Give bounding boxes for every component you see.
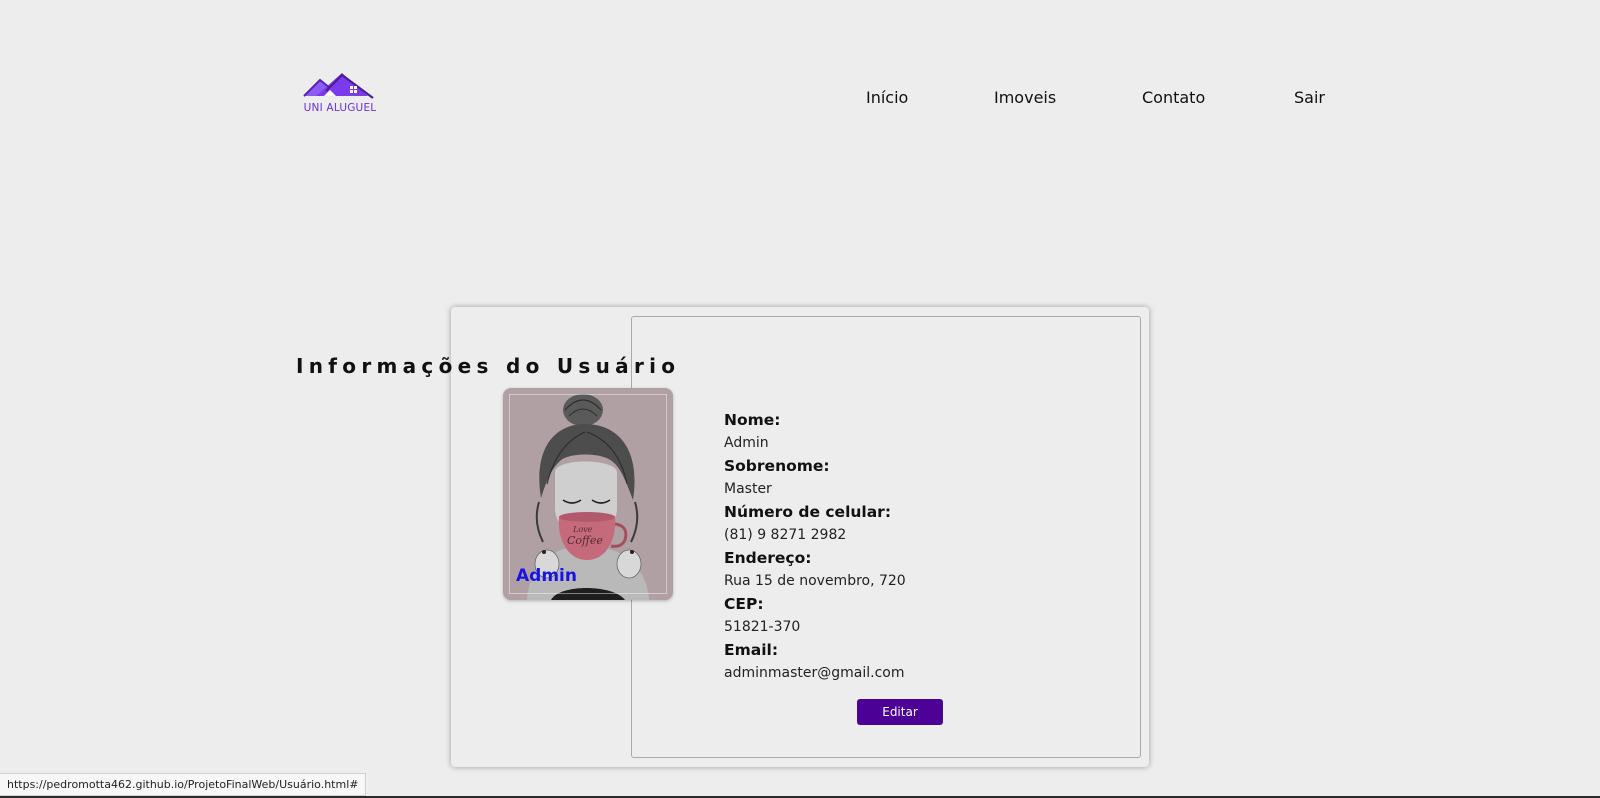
avatar: Love Coffee Admin [503, 388, 673, 600]
value-email: adminmaster@gmail.com [724, 665, 905, 681]
main-nav: Início Imoveis Contato Sair [0, 88, 1600, 110]
value-cep: 51821-370 [724, 619, 801, 635]
value-celular: (81) 9 8271 2982 [724, 527, 847, 543]
value-nome: Admin [724, 435, 769, 451]
label-nome: Nome: [724, 411, 781, 429]
status-bar-url: https://pedromotta462.github.io/ProjetoF… [0, 773, 367, 796]
avatar-frame [509, 394, 667, 594]
label-endereco: Endereço: [724, 549, 812, 567]
label-email: Email: [724, 641, 779, 659]
value-endereco: Rua 15 de novembro, 720 [724, 573, 906, 589]
page-title: Informações do Usuário [296, 354, 681, 378]
label-sobrenome: Sobrenome: [724, 457, 830, 475]
label-cep: CEP: [724, 595, 764, 613]
label-celular: Número de celular: [724, 503, 892, 521]
nav-link-inicio[interactable]: Início [866, 88, 908, 107]
nav-link-contato[interactable]: Contato [1142, 88, 1205, 107]
nav-link-sair[interactable]: Sair [1294, 88, 1325, 107]
user-info-list: Nome: Admin Sobrenome: Master Número de … [724, 409, 1084, 685]
avatar-name: Admin [516, 566, 577, 586]
value-sobrenome: Master [724, 481, 772, 497]
edit-button[interactable]: Editar [857, 699, 943, 725]
nav-link-imoveis[interactable]: Imoveis [994, 88, 1056, 107]
